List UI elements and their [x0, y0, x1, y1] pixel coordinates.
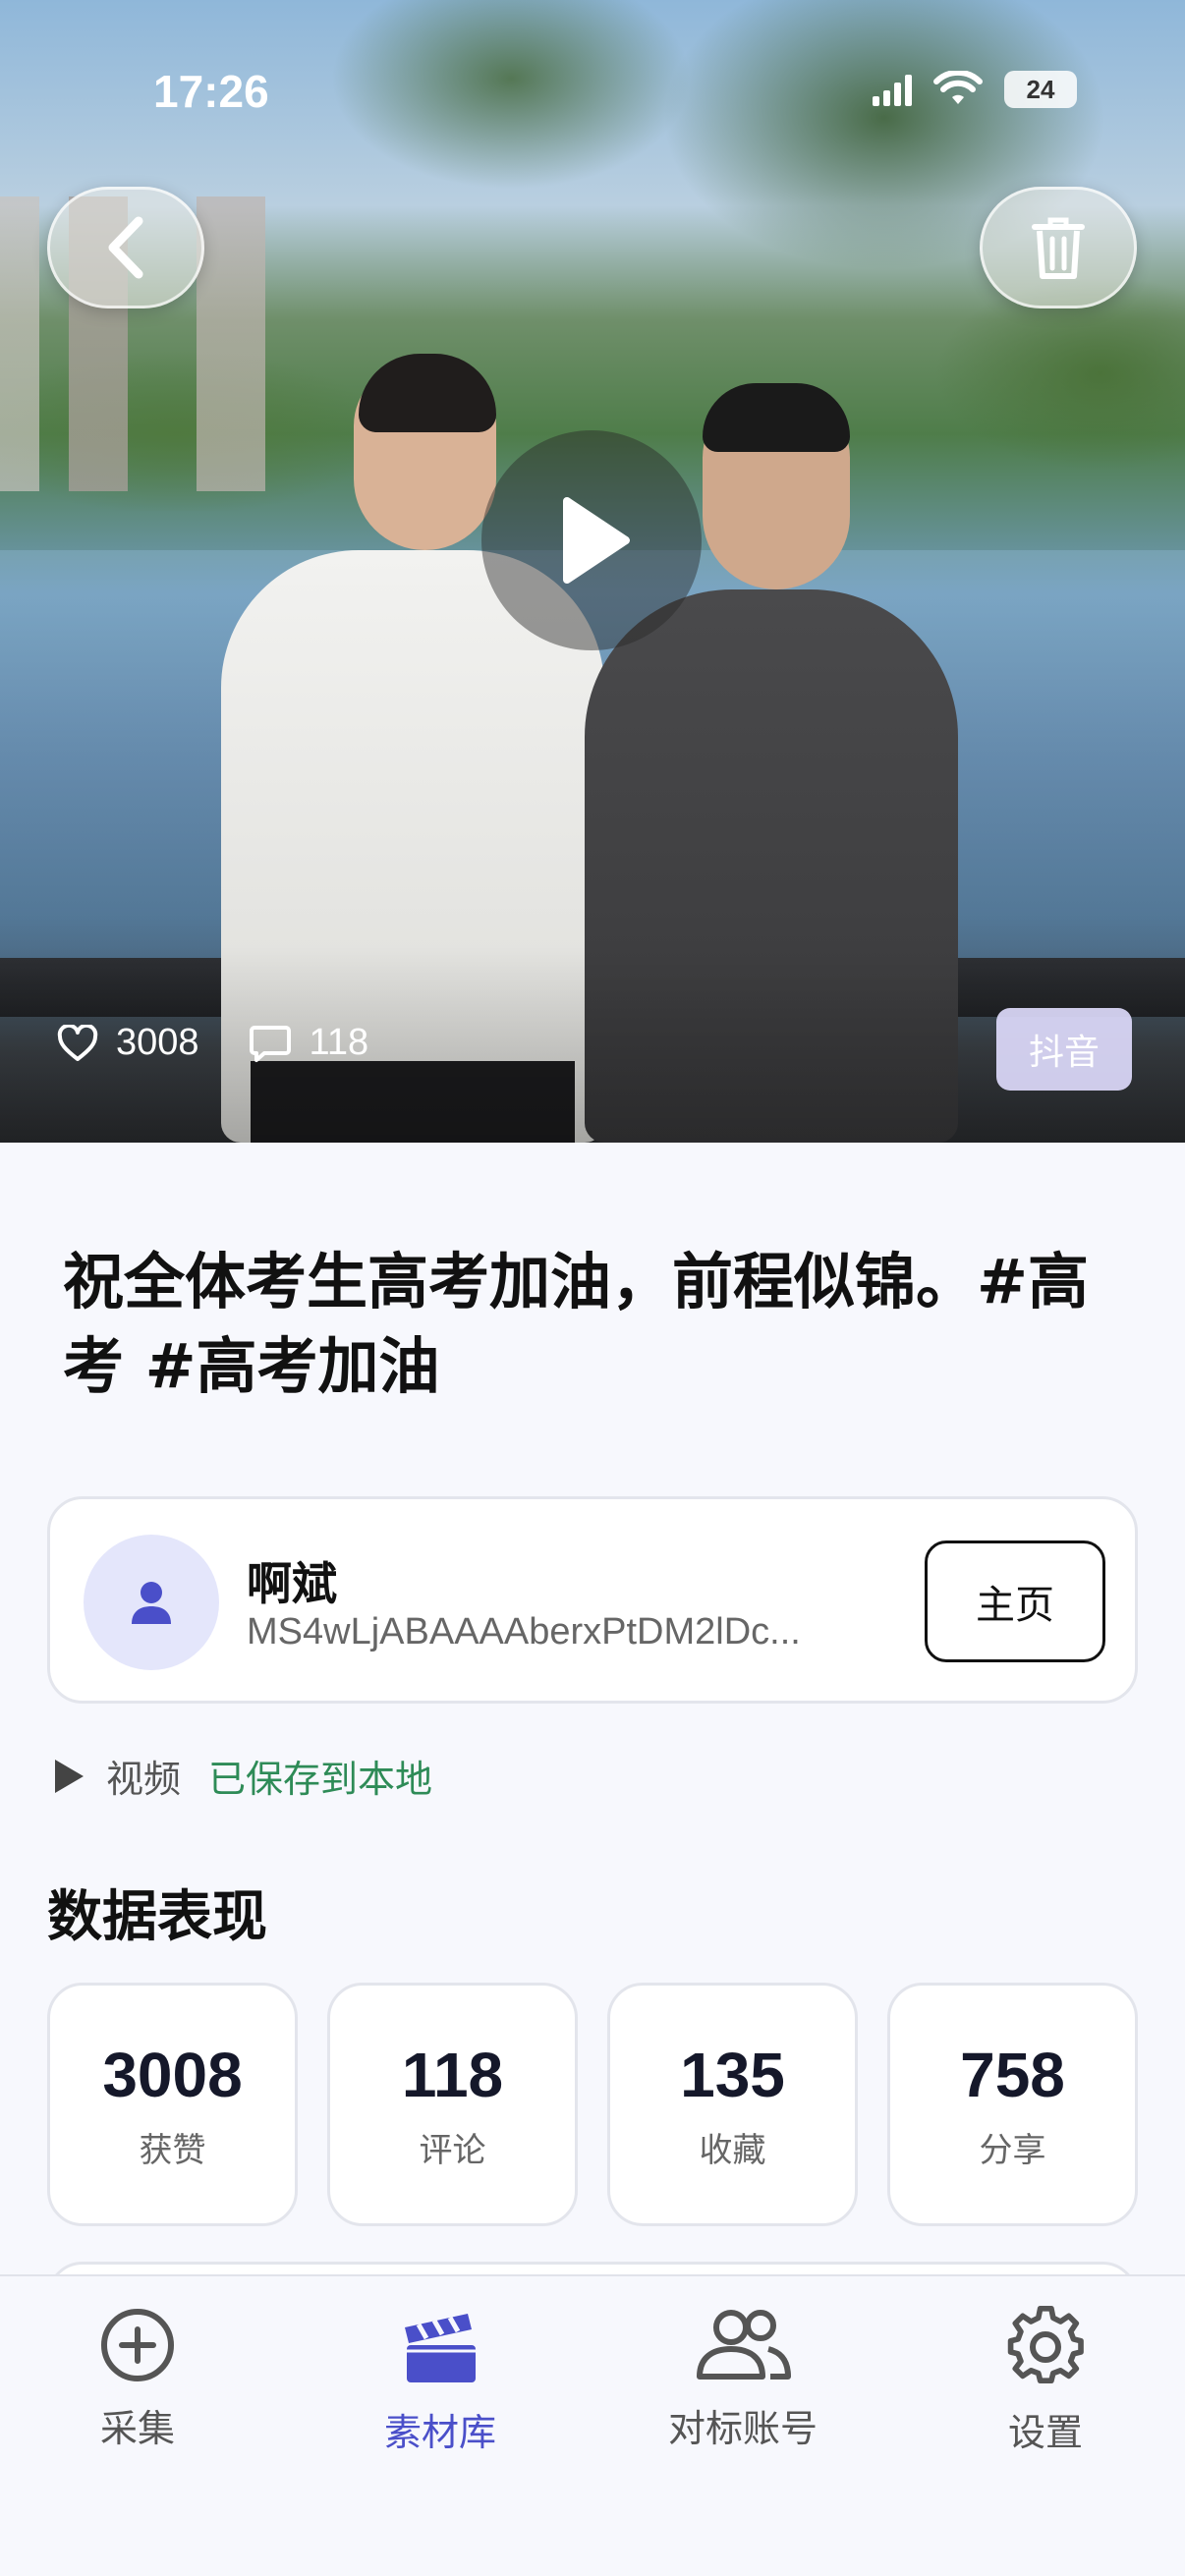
tab-collect[interactable]: 采集 — [20, 2306, 255, 2452]
author-id: MS4wLjABAAAAberxPtDM2lDc... — [247, 1611, 801, 1652]
user-icon — [132, 1582, 171, 1624]
tab-label: 设置 — [1007, 2411, 1083, 2454]
play-icon — [563, 497, 630, 584]
author-card: 啊斌 MS4wLjABAAAAberxPtDM2lDc... 主页 — [47, 1496, 1138, 1704]
video-stats-overlay: 3008 118 — [57, 1022, 398, 1064]
tab-settings[interactable]: 设置 — [928, 2306, 1163, 2456]
tab-bar: 采集 素材库 对标账号 设置 — [0, 2274, 1185, 2576]
tab-label: 采集 — [99, 2407, 175, 2450]
clapperboard-icon — [405, 2314, 476, 2382]
trash-icon — [1032, 217, 1085, 279]
stat-label: 收藏 — [699, 2130, 766, 2170]
stat-label: 获赞 — [139, 2130, 206, 2170]
media-type: 视频 — [106, 1758, 182, 1801]
avatar[interactable] — [84, 1535, 219, 1670]
stat-value: 118 — [401, 2039, 504, 2110]
signal-icon — [873, 73, 912, 106]
comments-stat: 118 — [249, 1022, 369, 1064]
users-icon — [697, 2310, 791, 2380]
wifi-icon — [933, 71, 983, 104]
platform-badge: 抖音 — [996, 1008, 1132, 1091]
comments-count: 118 — [309, 1022, 369, 1063]
person-right-hair — [703, 383, 850, 452]
tab-library[interactable]: 素材库 — [322, 2306, 558, 2456]
status-icons: 24 — [873, 71, 1077, 108]
tab-label: 对标账号 — [667, 2407, 818, 2450]
tab-benchmark-accounts[interactable]: 对标账号 — [625, 2306, 861, 2452]
likes-count: 3008 — [116, 1022, 199, 1063]
battery-icon: 24 — [1004, 71, 1077, 108]
heart-icon — [57, 1024, 98, 1061]
stat-card-favorites: 135 收藏 — [607, 1983, 858, 2226]
chevron-left-icon — [108, 216, 143, 279]
stat-value: 135 — [680, 2039, 785, 2110]
comment-icon — [249, 1025, 291, 1062]
play-button[interactable] — [481, 430, 702, 650]
play-small-icon — [55, 1759, 84, 1793]
stat-value: 758 — [960, 2039, 1065, 2110]
home-button[interactable]: 主页 — [925, 1540, 1105, 1662]
likes-stat: 3008 — [57, 1022, 199, 1064]
save-status: 已保存到本地 — [208, 1758, 433, 1801]
plus-circle-icon — [101, 2309, 174, 2381]
stat-label: 分享 — [979, 2130, 1046, 2170]
author-name: 啊斌 — [247, 1557, 337, 1610]
status-time: 17:26 — [153, 66, 269, 117]
stats-grid: 3008 获赞 118 评论 135 收藏 758 分享 — [47, 1983, 1138, 2226]
stat-label: 评论 — [419, 2130, 486, 2170]
section-title: 数据表现 — [47, 1885, 267, 1949]
tab-label: 素材库 — [383, 2411, 496, 2454]
gear-icon — [1007, 2306, 1084, 2383]
stat-card-comments: 118 评论 — [327, 1983, 578, 2226]
stat-card-shares: 758 分享 — [887, 1983, 1138, 2226]
back-button[interactable] — [47, 187, 204, 308]
delete-button[interactable] — [980, 187, 1137, 308]
stat-value: 3008 — [102, 2039, 243, 2110]
media-info: 视频 已保存到本地 — [51, 1749, 432, 1803]
stat-card-likes: 3008 获赞 — [47, 1983, 298, 2226]
video-title: 祝全体考生高考加油，前程似锦。#高考 #高考加油 — [63, 1246, 1089, 1402]
